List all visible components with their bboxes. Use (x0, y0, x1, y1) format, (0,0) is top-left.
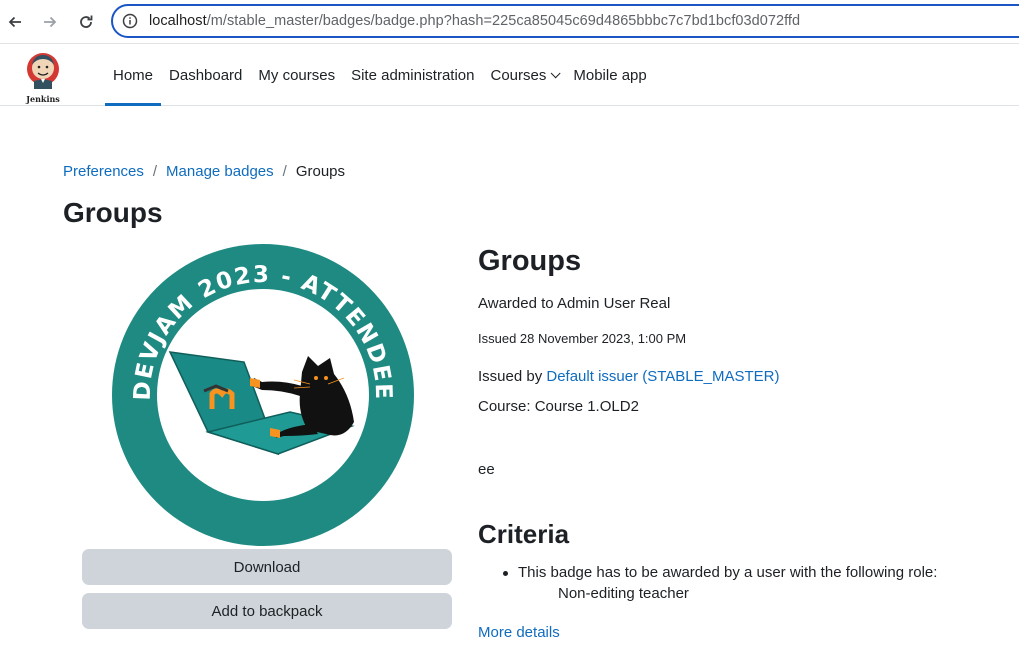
issuer-link[interactable]: Default issuer (STABLE_MASTER) (546, 368, 779, 385)
jenkins-logo-icon (27, 53, 59, 89)
address-bar[interactable]: localhost/m/stable_master/badges/badge.p… (111, 4, 1019, 38)
nav-site-administration[interactable]: Site administration (343, 45, 482, 105)
site-navbar: Jenkins Home Dashboard My courses Site a… (0, 45, 1019, 106)
download-button[interactable]: Download (82, 549, 452, 585)
nav-courses-dropdown[interactable]: Courses (483, 45, 566, 105)
add-to-backpack-button[interactable]: Add to backpack (82, 593, 452, 629)
breadcrumb-current: Groups (295, 163, 346, 180)
breadcrumb: Preferences / Manage badges / Groups (63, 163, 345, 180)
issued-by-label: Issued by (478, 368, 547, 385)
nav-mobile-app[interactable]: Mobile app (565, 45, 654, 105)
issued-by: Issued by Default issuer (STABLE_MASTER) (478, 368, 780, 385)
nav-home-label: Home (113, 66, 154, 84)
breadcrumb-separator: / (152, 163, 158, 180)
nav-mobile-app-label: Mobile app (573, 66, 647, 84)
primary-nav: Home Dashboard My courses Site administr… (105, 45, 655, 106)
nav-site-administration-label: Site administration (351, 66, 475, 84)
page-title: Groups (63, 197, 163, 228)
criteria-text: This badge has to be awarded by a user w… (518, 564, 938, 581)
nav-my-courses[interactable]: My courses (250, 45, 343, 105)
browser-toolbar: localhost/m/stable_master/badges/badge.p… (0, 0, 1019, 44)
criteria-role: Non-editing teacher (558, 585, 689, 602)
course-text: Course: Course 1.OLD2 (478, 398, 639, 415)
more-details-link[interactable]: More details (478, 624, 560, 641)
site-logo[interactable]: Jenkins (22, 49, 64, 104)
issued-date: Issued 28 November 2023, 1:00 PM (478, 331, 687, 346)
badge-description: ee (478, 461, 495, 478)
chevron-down-icon (551, 67, 561, 78)
badge-image: DEVJAM 2023 - ATTENDEE (112, 244, 414, 546)
back-icon[interactable] (1, 8, 29, 36)
logo-text: Jenkins (26, 94, 60, 104)
nav-dashboard-label: Dashboard (169, 66, 243, 84)
reload-icon[interactable] (72, 8, 100, 36)
nav-courses-label: Courses (490, 66, 547, 84)
badge-name-heading: Groups (478, 245, 582, 277)
breadcrumb-manage-badges[interactable]: Manage badges (166, 163, 274, 180)
awarded-to-text: Awarded to Admin User Real (478, 295, 671, 312)
site-info-icon[interactable] (122, 13, 138, 29)
breadcrumb-preferences[interactable]: Preferences (63, 163, 144, 180)
forward-icon[interactable] (36, 8, 64, 36)
bullet-icon (503, 571, 508, 576)
criteria-list-item: This badge has to be awarded by a user w… (503, 564, 938, 581)
nav-home[interactable]: Home (105, 45, 162, 106)
breadcrumb-separator: / (282, 163, 287, 180)
criteria-heading: Criteria (478, 519, 570, 549)
nav-dashboard[interactable]: Dashboard (161, 45, 250, 105)
url-text: localhost/m/stable_master/badges/badge.p… (149, 13, 801, 29)
nav-my-courses-label: My courses (258, 66, 336, 84)
